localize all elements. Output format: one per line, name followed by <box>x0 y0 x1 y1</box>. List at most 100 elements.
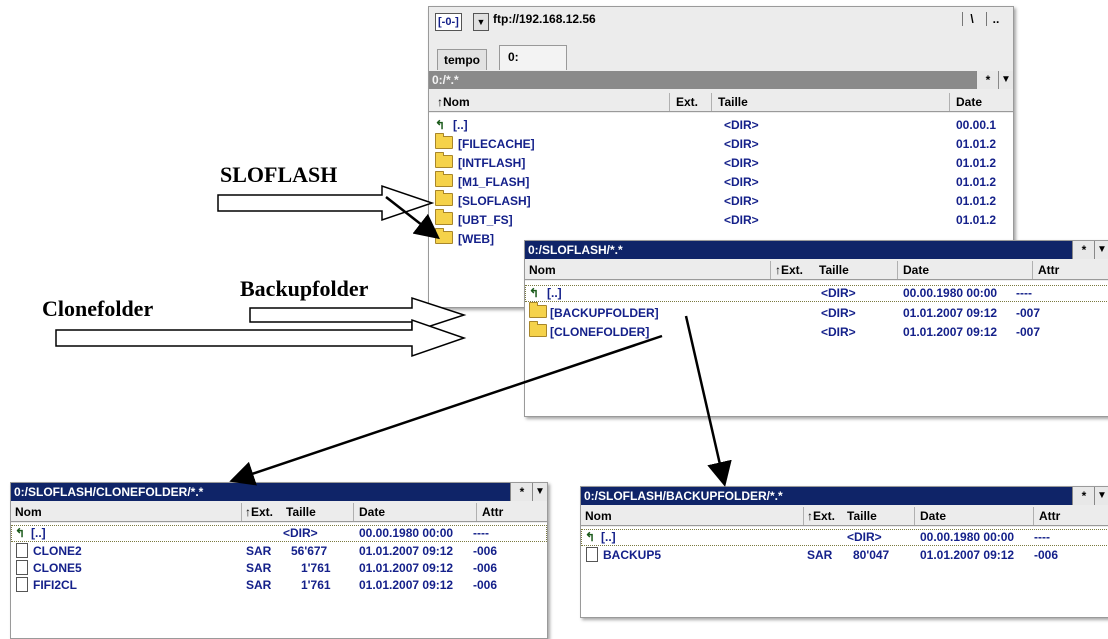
item-date: 01.01.2 <box>956 156 997 170</box>
list-item[interactable]: [M1_FLASH] <DIR> 01.01.2 <box>429 171 1013 191</box>
item-attr: -007 <box>1016 306 1041 320</box>
item-size: <DIR> <box>821 286 856 300</box>
drive-selector[interactable]: [-0-] <box>435 13 462 31</box>
column-header: Nom ↑Ext. Taille Date Attr <box>11 503 547 522</box>
item-name: [..] <box>453 118 468 132</box>
path-bar: 0:/SLOFLASH/CLONEFOLDER/*.* * ▼ <box>11 483 547 501</box>
filter-button[interactable]: * <box>510 483 533 501</box>
folder-icon <box>435 171 453 187</box>
column-header: Nom ↑Ext. Taille Date Attr <box>581 507 1108 526</box>
item-name: [CLONEFOLDER] <box>550 325 650 339</box>
col-name[interactable]: ↑Nom <box>437 93 470 111</box>
item-date: 01.01.2007 09:12 <box>920 548 1015 562</box>
folder-icon <box>435 228 453 244</box>
item-date: 01.01.2007 09:12 <box>359 544 454 558</box>
col-attr[interactable]: Attr <box>1038 261 1059 279</box>
col-size[interactable]: Taille <box>286 503 316 521</box>
folder-icon <box>529 321 547 337</box>
list-item[interactable]: [FILECACHE] <DIR> 01.01.2 <box>429 133 1013 153</box>
sloflash-panel: 0:/SLOFLASH/*.* * ▼ Nom ↑Ext. Taille Dat… <box>524 240 1108 417</box>
up-button[interactable]: .. <box>986 12 1005 26</box>
list-item[interactable]: CLONE5 SAR 1'761 01.01.2007 09:12 -006 <box>11 560 547 577</box>
filter-button[interactable]: * <box>1072 241 1095 259</box>
folder-icon <box>435 209 453 225</box>
folder-icon <box>529 302 547 318</box>
path-text: 0:/SLOFLASH/*.* <box>528 243 623 257</box>
list-item[interactable]: ↰ [..] <DIR> 00.00.1980 00:00 ---- <box>11 525 547 542</box>
col-name[interactable]: Nom <box>529 261 556 279</box>
address-bar: [-0-] ▼ ftp://192.168.12.56 \ .. <box>429 7 1013 33</box>
list-item[interactable]: [INTFLASH] <DIR> 01.01.2 <box>429 152 1013 172</box>
col-ext[interactable]: ↑Ext. <box>807 507 835 525</box>
col-name[interactable]: Nom <box>585 507 612 525</box>
col-date[interactable]: Date <box>903 261 929 279</box>
path-dropdown-arrow-icon[interactable]: ▼ <box>532 483 547 501</box>
col-attr[interactable]: Attr <box>1039 507 1060 525</box>
item-attr: -006 <box>1034 548 1059 562</box>
item-name: [UBT_FS] <box>458 213 513 227</box>
item-size: <DIR> <box>724 118 759 132</box>
col-date[interactable]: Date <box>956 93 982 111</box>
list-item[interactable]: [BACKUPFOLDER] <DIR> 01.01.2007 09:12 -0… <box>525 302 1108 322</box>
item-name: [WEB] <box>458 232 494 246</box>
annotation-clonefolder: Clonefolder <box>42 296 154 321</box>
col-ext[interactable]: ↑Ext. <box>245 503 273 521</box>
drive-label: [-0-] <box>438 16 459 28</box>
item-name: [..] <box>601 530 616 544</box>
col-attr[interactable]: Attr <box>482 503 503 521</box>
list-item[interactable]: FIFI2CL SAR 1'761 01.01.2007 09:12 -006 <box>11 577 547 594</box>
filter-button[interactable]: * <box>976 71 999 89</box>
item-date: 00.00.1980 00:00 <box>903 286 998 300</box>
col-date[interactable]: Date <box>920 507 946 525</box>
item-attr: ---- <box>473 526 489 540</box>
col-size[interactable]: Taille <box>718 93 748 111</box>
item-date: 01.01.2 <box>956 137 997 151</box>
col-size[interactable]: Taille <box>819 261 849 279</box>
list-item[interactable]: ↰ [..] <DIR> 00.00.1 <box>429 117 1013 134</box>
tab-tempo[interactable]: tempo <box>437 49 487 70</box>
root-button[interactable]: \ <box>962 12 981 26</box>
path-bar: 0:/SLOFLASH/BACKUPFOLDER/*.* * ▼ <box>581 487 1108 505</box>
path-bar: 0:/SLOFLASH/*.* * ▼ <box>525 241 1108 259</box>
folder-icon <box>435 152 453 168</box>
item-ext: SAR <box>807 548 833 562</box>
item-ext: SAR <box>246 561 272 575</box>
item-name: CLONE5 <box>33 561 82 575</box>
item-date: 01.01.2 <box>956 194 997 208</box>
item-size: 1'761 <box>301 578 331 592</box>
col-ext[interactable]: ↑Ext. <box>775 261 803 279</box>
folder-icon <box>435 133 453 149</box>
list-item[interactable]: ↰ [..] <DIR> 00.00.1980 00:00 ---- <box>525 285 1108 302</box>
item-name: [..] <box>547 286 562 300</box>
col-size[interactable]: Taille <box>847 507 877 525</box>
drive-dropdown-arrow-icon[interactable]: ▼ <box>473 13 489 31</box>
annotation-sloflash: SLOFLASH <box>220 162 338 187</box>
item-attr: -006 <box>473 544 498 558</box>
path-dropdown-arrow-icon[interactable]: ▼ <box>998 71 1013 89</box>
list-item[interactable]: [CLONEFOLDER] <DIR> 01.01.2007 09:12 -00… <box>525 321 1108 341</box>
clonefolder-block-arrow <box>55 318 467 358</box>
col-name[interactable]: Nom <box>15 503 42 521</box>
file-list: ↰ [..] <DIR> 00.00.1980 00:00 ---- BACKU… <box>581 527 1108 617</box>
annotation-backupfolder: Backupfolder <box>240 276 369 301</box>
list-item[interactable]: CLONE2 SAR 56'677 01.01.2007 09:12 -006 <box>11 543 547 560</box>
item-size: <DIR> <box>724 213 759 227</box>
column-header: ↑Nom Ext. Taille Date <box>429 93 1013 112</box>
list-item[interactable]: BACKUP5 SAR 80'047 01.01.2007 09:12 -006 <box>581 547 1108 564</box>
item-name: [..] <box>31 526 46 540</box>
list-item[interactable]: [SLOFLASH] <DIR> 01.01.2 <box>429 190 1013 210</box>
up-dir-icon: ↰ <box>15 526 26 540</box>
path-dropdown-arrow-icon[interactable]: ▼ <box>1094 241 1108 259</box>
col-date[interactable]: Date <box>359 503 385 521</box>
item-name: [FILECACHE] <box>458 137 535 151</box>
path-dropdown-arrow-icon[interactable]: ▼ <box>1094 487 1108 505</box>
tab-0[interactable]: 0: <box>499 45 567 70</box>
item-size: <DIR> <box>724 175 759 189</box>
address-text: ftp://192.168.12.56 <box>493 12 596 26</box>
filter-button[interactable]: * <box>1072 487 1095 505</box>
list-item[interactable]: ↰ [..] <DIR> 00.00.1980 00:00 ---- <box>581 529 1108 546</box>
col-ext[interactable]: Ext. <box>676 93 698 111</box>
file-icon <box>586 547 598 562</box>
item-date: 01.01.2007 09:12 <box>903 325 998 339</box>
list-item[interactable]: [UBT_FS] <DIR> 01.01.2 <box>429 209 1013 229</box>
